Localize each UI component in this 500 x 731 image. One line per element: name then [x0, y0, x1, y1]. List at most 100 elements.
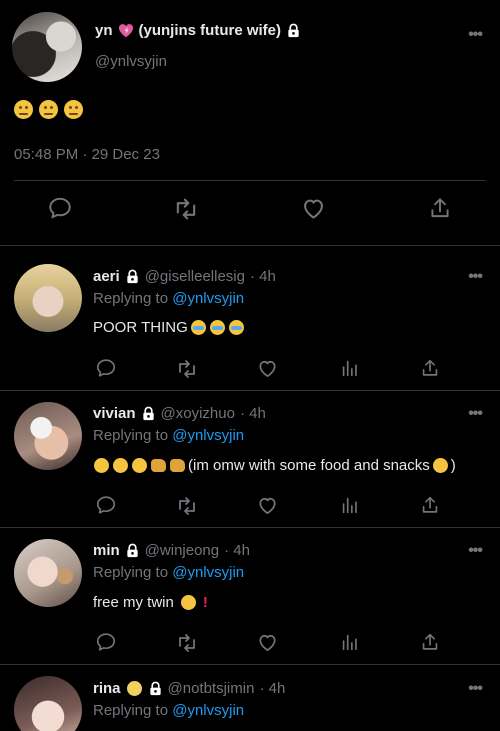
main-tweet-author: yn (yunjins future wife) [95, 22, 301, 39]
divider [14, 180, 486, 181]
lock-icon [148, 681, 163, 696]
stats-icon [339, 494, 361, 516]
lock-icon [125, 543, 140, 558]
avatar[interactable] [14, 402, 82, 470]
avatar[interactable] [14, 676, 82, 731]
like-button[interactable] [300, 195, 327, 227]
retweet-button[interactable] [175, 631, 199, 660]
share-icon [427, 195, 453, 221]
retweet-icon [175, 357, 199, 381]
heart-icon [256, 357, 279, 380]
display-name[interactable]: vivian [93, 405, 136, 422]
share-icon [419, 494, 441, 516]
replying-to-handle[interactable]: @ynlvsyjin [172, 427, 244, 444]
tweet-timestamp[interactable]: 05:48 PM · 29 Dec 23 [14, 146, 160, 163]
replying-to-handle[interactable]: @ynlvsyjin [172, 702, 244, 719]
lock-icon [125, 269, 140, 284]
replying-to: Replying to @ynlvsyjin [93, 427, 244, 444]
reply-button[interactable] [95, 494, 117, 521]
stats-icon [339, 631, 361, 653]
reply-text: (im omw with some food and snacks ) [93, 457, 456, 474]
more-options-icon[interactable]: ••• [468, 26, 483, 44]
screaming-face-emoji [126, 681, 142, 696]
display-name[interactable]: yn [95, 22, 113, 39]
reply-author: vivian @xoyizhuo · 4h [93, 405, 266, 422]
handle[interactable]: @xoyizhuo [161, 405, 235, 422]
reply-text: POOR THING [93, 319, 245, 336]
replying-to-handle[interactable]: @ynlvsyjin [172, 564, 244, 581]
reply-text-content: free my twin [93, 594, 174, 611]
reply-icon [95, 631, 117, 653]
share-button[interactable] [427, 195, 453, 226]
confused-face-emoji [64, 100, 83, 119]
display-name-suffix: (yunjins future wife) [138, 22, 282, 39]
reply-item[interactable]: rina @notbtsjimin · 4h ••• Replying to @… [0, 665, 500, 731]
replying-to-label: Replying to [93, 564, 169, 581]
display-name[interactable]: rina [93, 680, 121, 697]
more-options-icon[interactable]: ••• [468, 680, 483, 698]
retweet-button[interactable] [175, 357, 199, 386]
reply-button[interactable] [95, 357, 117, 384]
stats-icon [339, 357, 361, 379]
replying-to-label: Replying to [93, 427, 169, 444]
replying-to-handle[interactable]: @ynlvsyjin [172, 290, 244, 307]
reply-item[interactable]: min @winjeong · 4h ••• Replying to @ynlv… [0, 528, 500, 665]
share-button[interactable] [419, 357, 441, 384]
reply-icon [95, 494, 117, 516]
lock-icon [141, 406, 156, 421]
retweet-button[interactable] [172, 195, 200, 228]
reply-actions [0, 494, 500, 518]
more-options-icon[interactable]: ••• [468, 405, 483, 423]
reply-author: min @winjeong · 4h [93, 542, 250, 559]
share-icon [419, 357, 441, 379]
exclamation-mark-emoji: ! [202, 594, 208, 611]
display-name[interactable]: aeri [93, 268, 120, 285]
reply-item[interactable]: aeri @giselleellesig · 4h ••• Replying t… [0, 246, 500, 390]
lock-icon [286, 23, 301, 38]
handle[interactable]: @giselleellesig [145, 268, 245, 285]
like-button[interactable] [256, 494, 279, 522]
reply-button[interactable] [95, 631, 117, 658]
replying-to-label: Replying to [93, 702, 169, 719]
retweet-icon [175, 631, 199, 655]
like-button[interactable] [256, 357, 279, 385]
reply-button[interactable] [47, 195, 73, 226]
more-options-icon[interactable]: ••• [468, 268, 483, 286]
reply-icon [95, 357, 117, 379]
retweet-button[interactable] [175, 494, 199, 523]
more-options-icon[interactable]: ••• [468, 542, 483, 560]
reply-time: · 4h [259, 680, 286, 697]
pink-heart-icon [118, 24, 133, 38]
replying-to: Replying to @ynlvsyjin [93, 702, 244, 719]
avatar[interactable] [12, 12, 82, 82]
display-name[interactable]: min [93, 542, 120, 559]
rofl-emoji [113, 458, 128, 473]
heart-icon [256, 494, 279, 517]
views-button[interactable] [339, 357, 361, 384]
reply-text-suffix: ) [450, 457, 456, 474]
reply-text: free my twin ! [93, 594, 208, 611]
avatar[interactable] [14, 264, 82, 332]
handle[interactable]: @notbtsjimin [168, 680, 255, 697]
heart-icon [300, 195, 327, 222]
share-button[interactable] [419, 631, 441, 658]
confused-face-emoji [39, 100, 58, 119]
clapping-hands-emoji [151, 459, 166, 472]
avatar[interactable] [14, 539, 82, 607]
reply-author: aeri @giselleellesig · 4h [93, 268, 276, 285]
replying-to: Replying to @ynlvsyjin [93, 564, 244, 581]
confused-face-emoji [14, 100, 33, 119]
reply-item[interactable]: vivian @xoyizhuo · 4h ••• Replying to @y… [0, 391, 500, 528]
main-tweet-actions [0, 195, 500, 231]
like-button[interactable] [256, 631, 279, 659]
handle[interactable]: @ynlvsyjin [95, 53, 167, 70]
share-button[interactable] [419, 494, 441, 521]
crying-face-emoji [190, 320, 206, 335]
handle[interactable]: @winjeong [145, 542, 219, 559]
views-button[interactable] [339, 631, 361, 658]
share-icon [419, 631, 441, 653]
reply-actions [0, 357, 500, 381]
crying-face-emoji [228, 320, 244, 335]
views-button[interactable] [339, 494, 361, 521]
reply-text-content: POOR THING [93, 319, 188, 336]
